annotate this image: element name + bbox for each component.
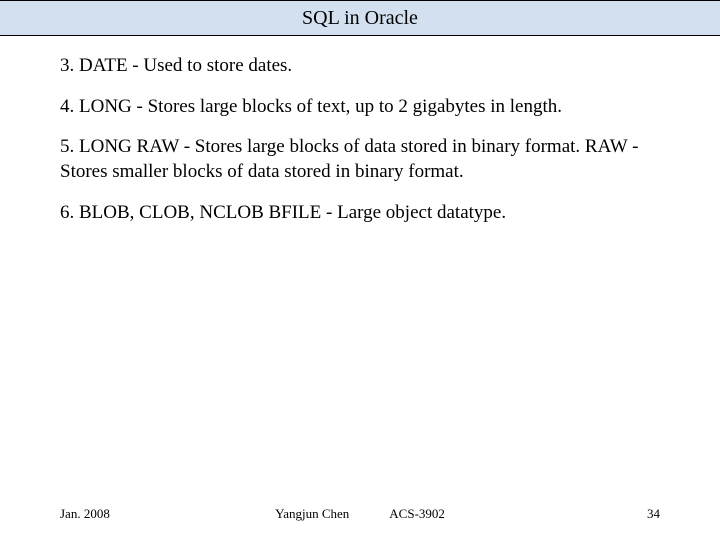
footer: Jan. 2008 Yangjun Chen ACS-3902 34 [0, 506, 720, 522]
footer-course: ACS-3902 [389, 506, 445, 522]
footer-author: Yangjun Chen [275, 506, 349, 522]
footer-center: Yangjun Chen ACS-3902 [275, 506, 445, 522]
list-item: 6. BLOB, CLOB, NCLOB BFILE - Large objec… [60, 201, 660, 226]
list-item: 3. DATE - Used to store dates. [60, 54, 660, 79]
content-area: 3. DATE - Used to store dates. 4. LONG -… [0, 36, 720, 225]
slide-title: SQL in Oracle [302, 7, 418, 30]
list-item: 5. LONG RAW - Stores large blocks of dat… [60, 135, 660, 184]
header-band: SQL in Oracle [0, 0, 720, 36]
footer-date: Jan. 2008 [60, 506, 110, 522]
footer-page: 34 [647, 506, 660, 522]
list-item: 4. LONG - Stores large blocks of text, u… [60, 95, 660, 120]
